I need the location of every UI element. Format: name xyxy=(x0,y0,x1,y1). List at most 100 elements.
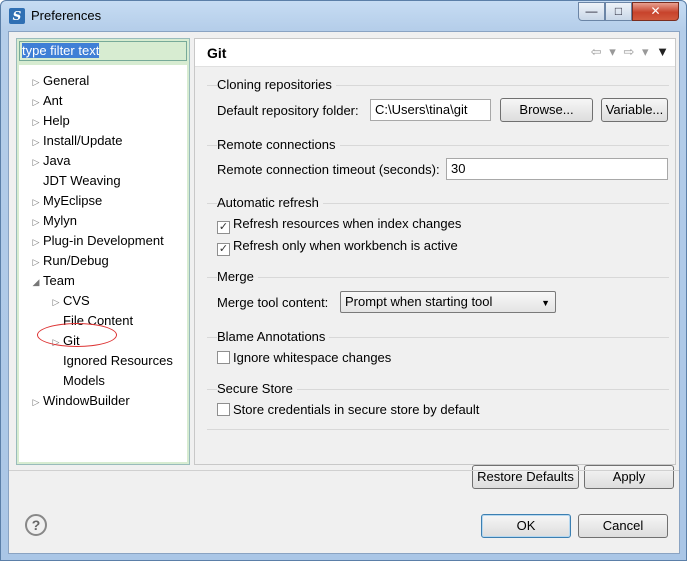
group-divider xyxy=(207,277,669,278)
tree-item-general[interactable]: ▷ General xyxy=(29,71,90,92)
tree-item-help[interactable]: ▷ Help xyxy=(29,111,70,131)
tree-item-label: JDT Weaving xyxy=(43,173,121,188)
preference-page: Git ⇦ ▾ ⇨ ▾ ▼ Cloning repositories Defau… xyxy=(194,38,676,489)
tree-item-cvs[interactable]: ▷ CVS xyxy=(49,291,90,311)
minimize-button[interactable]: — xyxy=(578,2,605,21)
collapsed-arrow-icon[interactable]: ▷ xyxy=(29,112,43,132)
merge-tool-label: Merge tool content: xyxy=(217,295,329,310)
tree-item-windowbuilder[interactable]: ▷ WindowBuilder xyxy=(29,391,130,411)
ignore-whitespace-checkbox[interactable] xyxy=(217,351,230,364)
preference-tree: ▷ General ▷ Ant ▷ Help ▷ Install/Update ▷ Java JDT… xyxy=(19,65,187,462)
maximize-button[interactable]: □ xyxy=(605,2,632,21)
collapsed-arrow-icon[interactable]: ▷ xyxy=(29,192,43,212)
secure-store-label: Store credentials in secure store by def… xyxy=(233,402,480,417)
tree-item-label: Help xyxy=(43,113,70,128)
tree-item-label: CVS xyxy=(63,293,90,308)
cancel-button[interactable]: Cancel xyxy=(578,514,668,538)
tree-item-mylyn[interactable]: ▷ Mylyn xyxy=(29,211,77,231)
secure-store-checkbox[interactable] xyxy=(217,403,230,416)
refresh-title: Automatic refresh xyxy=(217,195,323,210)
expanded-arrow-icon[interactable]: ◢ xyxy=(29,272,43,292)
git-highlight-circle xyxy=(37,323,117,347)
refresh-group: Automatic refresh ✓ Refresh resources whe… xyxy=(207,195,669,265)
cloning-group: Cloning repositories Default repository … xyxy=(207,77,669,137)
preference-tree-pane: type filter text ▷ General ▷ Ant ▷ Help ▷ Insta… xyxy=(16,38,190,465)
variable-button[interactable]: Variable... xyxy=(601,98,668,122)
merge-group: Merge Merge tool content: Prompt when st… xyxy=(207,269,669,325)
close-button[interactable]: ✕ xyxy=(632,2,679,21)
chevron-down-icon[interactable]: ▾ xyxy=(642,44,649,60)
tree-item-label: Ant xyxy=(43,93,63,108)
refresh-index-label: Refresh resources when index changes xyxy=(233,216,462,231)
secure-store-option[interactable]: Store credentials in secure store by def… xyxy=(217,401,479,419)
merge-tool-select[interactable]: Prompt when starting tool ▼ xyxy=(340,291,556,313)
refresh-index-option[interactable]: ✓ Refresh resources when index changes xyxy=(217,215,462,234)
timeout-label: Remote connection timeout (seconds): xyxy=(217,162,440,177)
timeout-field[interactable]: 30 xyxy=(446,158,668,180)
remote-group: Remote connections Remote connection tim… xyxy=(207,137,669,193)
group-divider xyxy=(207,429,669,430)
tree-item-label: General xyxy=(43,73,90,88)
restore-defaults-button[interactable]: Restore Defaults xyxy=(472,465,579,489)
tree-item-label: Java xyxy=(43,153,71,168)
collapsed-arrow-icon[interactable]: ▷ xyxy=(49,292,63,312)
dialog-client-area: type filter text ▷ General ▷ Ant ▷ Help ▷ Insta… xyxy=(8,31,680,554)
tree-item-install-update[interactable]: ▷ Install/Update xyxy=(29,131,123,151)
eclipse-icon: S xyxy=(9,8,25,24)
collapsed-arrow-icon[interactable]: ▷ xyxy=(29,392,43,412)
tree-item-label: Plug-in Development xyxy=(43,233,164,248)
secure-title: Secure Store xyxy=(217,381,297,396)
browse-button[interactable]: Browse... xyxy=(500,98,593,122)
tree-item-myeclipse[interactable]: ▷ MyEclipse xyxy=(29,191,103,212)
collapsed-arrow-icon[interactable]: ▷ xyxy=(29,132,43,152)
tree-item-label: MyEclipse xyxy=(43,193,103,208)
ok-button[interactable]: OK xyxy=(481,514,571,538)
tree-item-models[interactable]: Models xyxy=(49,371,105,391)
tree-item-label: Mylyn xyxy=(43,213,77,228)
help-icon[interactable]: ? xyxy=(25,514,47,536)
blame-group: Blame Annotations Ignore whitespace chan… xyxy=(207,329,669,377)
refresh-workbench-label: Refresh only when workbench is active xyxy=(233,238,458,253)
apply-button[interactable]: Apply xyxy=(584,465,674,489)
refresh-workbench-option[interactable]: ✓ Refresh only when workbench is active xyxy=(217,237,458,256)
view-menu-icon[interactable]: ▼ xyxy=(656,44,669,59)
tree-item-ignored-resources[interactable]: Ignored Resources xyxy=(49,351,173,371)
refresh-index-checkbox[interactable]: ✓ xyxy=(217,221,230,234)
forward-arrow-icon[interactable]: ⇨ xyxy=(623,44,634,60)
chevron-down-icon[interactable]: ▾ xyxy=(609,44,616,60)
filter-input[interactable]: type filter text xyxy=(19,41,187,61)
footer-divider xyxy=(9,470,679,471)
page-body: Cloning repositories Default repository … xyxy=(195,67,675,489)
back-arrow-icon[interactable]: ⇦ xyxy=(591,44,602,60)
repository-folder-label: Default repository folder: xyxy=(217,103,359,118)
collapsed-arrow-icon[interactable]: ▷ xyxy=(29,72,43,92)
tree-item-jdt-weaving[interactable]: JDT Weaving xyxy=(29,171,121,191)
title-bar[interactable]: S Preferences — □ ✕ xyxy=(1,1,686,31)
merge-tool-value: Prompt when starting tool xyxy=(345,294,493,309)
tree-item-java[interactable]: ▷ Java xyxy=(29,151,71,172)
ignore-whitespace-option[interactable]: Ignore whitespace changes xyxy=(217,349,391,367)
dropdown-caret-icon: ▼ xyxy=(541,298,550,308)
collapsed-arrow-icon[interactable]: ▷ xyxy=(29,92,43,112)
cloning-title: Cloning repositories xyxy=(217,77,336,92)
window-title: Preferences xyxy=(31,8,102,23)
collapsed-arrow-icon[interactable]: ▷ xyxy=(29,212,43,232)
preferences-window: S Preferences — □ ✕ type filter text ▷ Ge… xyxy=(0,0,687,561)
tree-item-ant[interactable]: ▷ Ant xyxy=(29,91,63,111)
page-header: Git ⇦ ▾ ⇨ ▾ ▼ xyxy=(195,39,675,67)
tree-item-run-debug[interactable]: ▷ Run/Debug xyxy=(29,251,109,271)
refresh-workbench-checkbox[interactable]: ✓ xyxy=(217,243,230,256)
repository-folder-field[interactable]: C:\Users\tina\git xyxy=(370,99,491,121)
tree-item-plug-in-development[interactable]: ▷ Plug-in Development xyxy=(29,231,164,251)
tree-item-label: WindowBuilder xyxy=(43,393,130,408)
collapsed-arrow-icon[interactable]: ▷ xyxy=(29,252,43,272)
ignore-whitespace-label: Ignore whitespace changes xyxy=(233,350,392,365)
tree-item-label: Team xyxy=(43,273,75,288)
collapsed-arrow-icon[interactable]: ▷ xyxy=(29,232,43,252)
merge-title: Merge xyxy=(217,269,258,284)
tree-item-label: Run/Debug xyxy=(43,253,109,268)
secure-group: Secure Store Store credentials in secure… xyxy=(207,381,669,429)
tree-item-team[interactable]: ◢ Team xyxy=(29,271,75,291)
page-title: Git xyxy=(207,45,227,61)
collapsed-arrow-icon[interactable]: ▷ xyxy=(29,152,43,172)
